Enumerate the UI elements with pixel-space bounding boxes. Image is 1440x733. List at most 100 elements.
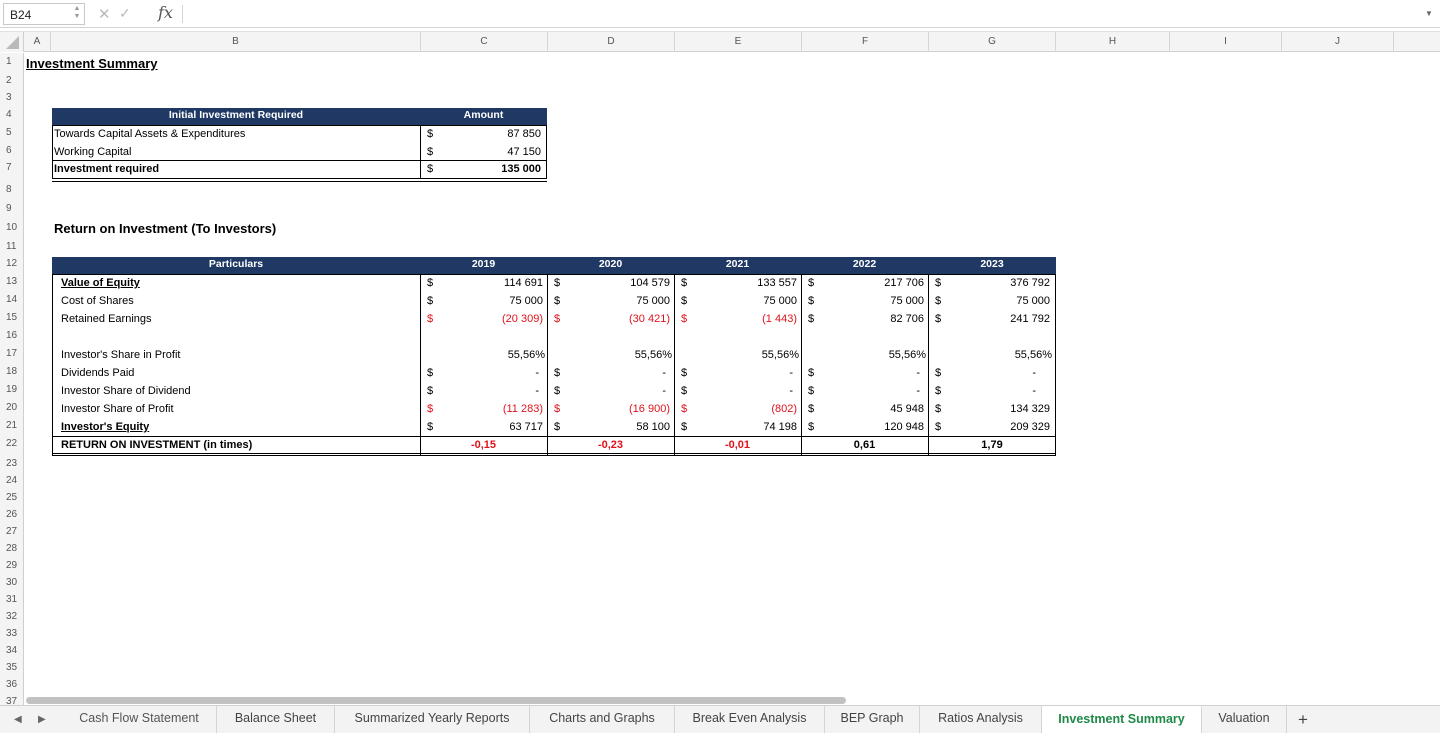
row-number[interactable]: 26 <box>0 509 24 520</box>
row-number[interactable]: 25 <box>0 492 24 503</box>
row-number[interactable]: 5 <box>0 127 24 138</box>
roi-label-investor-equity[interactable]: Investor's Equity <box>61 419 149 435</box>
row-number[interactable]: 4 <box>0 109 24 120</box>
roi-value[interactable]: - <box>580 365 666 381</box>
roi-value[interactable]: (16 900) <box>580 401 670 417</box>
roi-value[interactable]: 209 329 <box>961 419 1050 435</box>
row-number[interactable]: 29 <box>0 560 24 571</box>
horizontal-scrollbar[interactable] <box>26 697 846 704</box>
roi-value[interactable]: - <box>834 365 920 381</box>
column-header-a[interactable]: A <box>24 32 51 52</box>
row-number[interactable]: 32 <box>0 611 24 622</box>
roi-value[interactable]: 55,56% <box>961 347 1052 363</box>
roi-value[interactable]: 376 792 <box>961 275 1050 291</box>
column-header-j[interactable]: J <box>1282 32 1394 52</box>
sheet-grid[interactable]: Investment Summary Initial Investment Re… <box>25 53 1440 705</box>
row-number[interactable]: 24 <box>0 475 24 486</box>
column-header-g[interactable]: G <box>929 32 1056 52</box>
row-number[interactable]: 30 <box>0 577 24 588</box>
row-number[interactable]: 3 <box>0 92 24 103</box>
roi-value[interactable]: (30 421) <box>580 311 670 327</box>
roi-value[interactable]: 134 329 <box>961 401 1050 417</box>
formula-input[interactable] <box>190 3 1410 25</box>
roi-value[interactable]: 133 557 <box>707 275 797 291</box>
roi-value[interactable]: (11 283) <box>455 401 543 417</box>
roi-value[interactable]: 82 706 <box>834 311 924 327</box>
row-number[interactable]: 11 <box>0 241 24 252</box>
row-number[interactable]: 10 <box>0 222 24 233</box>
investment-label-required[interactable]: Investment required <box>54 161 159 177</box>
next-sheet-icon[interactable]: ▶ <box>38 714 46 725</box>
roi-value[interactable]: 63 717 <box>455 419 543 435</box>
roi-value[interactable]: 75 000 <box>580 293 670 309</box>
column-header-d[interactable]: D <box>548 32 675 52</box>
row-number[interactable]: 13 <box>0 276 24 287</box>
prev-sheet-icon[interactable]: ◀ <box>14 714 22 725</box>
investment-currency[interactable]: $ <box>427 126 433 142</box>
row-number[interactable]: 18 <box>0 366 24 377</box>
investment-amount[interactable]: 87 850 <box>455 126 541 142</box>
tab-break-even-analysis[interactable]: Break Even Analysis <box>675 706 825 733</box>
row-number[interactable]: 2 <box>0 75 24 86</box>
roi-value[interactable]: 55,56% <box>707 347 799 363</box>
investment-label-capital-assets[interactable]: Towards Capital Assets & Expenditures <box>54 126 245 142</box>
row-number[interactable]: 8 <box>0 184 24 195</box>
column-header-h[interactable]: H <box>1056 32 1170 52</box>
roi-value[interactable]: 120 948 <box>834 419 924 435</box>
add-sheet-button[interactable]: + <box>1298 710 1308 730</box>
roi-value[interactable]: - <box>455 365 539 381</box>
tab-summarized-yearly-reports[interactable]: Summarized Yearly Reports <box>335 706 530 733</box>
roi-label-cost-of-shares[interactable]: Cost of Shares <box>61 293 134 309</box>
cancel-icon[interactable]: ✕ <box>98 5 111 23</box>
column-header-c[interactable]: C <box>421 32 548 52</box>
tab-cash-flow-statement[interactable]: Cash Flow Statement <box>62 706 217 733</box>
function-icon[interactable]: fx <box>158 3 173 22</box>
roi-value[interactable]: - <box>961 383 1036 399</box>
roi-ratio[interactable]: -0,23 <box>547 437 674 453</box>
row-number[interactable]: 28 <box>0 543 24 554</box>
roi-value[interactable]: - <box>834 383 920 399</box>
confirm-icon[interactable]: ✓ <box>119 5 131 22</box>
row-number[interactable]: 14 <box>0 294 24 305</box>
tab-charts-and-graphs[interactable]: Charts and Graphs <box>530 706 675 733</box>
row-number[interactable]: 9 <box>0 203 24 214</box>
column-header-f[interactable]: F <box>802 32 929 52</box>
roi-value[interactable]: 75 000 <box>834 293 924 309</box>
roi-value[interactable]: 75 000 <box>707 293 797 309</box>
chevron-down-icon[interactable]: ▼ <box>1425 9 1433 18</box>
roi-value[interactable]: 45 948 <box>834 401 924 417</box>
tab-ratios-analysis[interactable]: Ratios Analysis <box>920 706 1042 733</box>
roi-value[interactable]: - <box>580 383 666 399</box>
row-number[interactable]: 27 <box>0 526 24 537</box>
roi-value[interactable]: 58 100 <box>580 419 670 435</box>
investment-amount[interactable]: 47 150 <box>455 144 541 160</box>
row-number[interactable]: 22 <box>0 438 24 449</box>
roi-label-investor-share-of-profit[interactable]: Investor Share of Profit <box>61 401 174 417</box>
roi-value[interactable]: - <box>961 365 1036 381</box>
roi-value[interactable]: 74 198 <box>707 419 797 435</box>
investment-currency[interactable]: $ <box>427 144 433 160</box>
roi-label-investor-share-of-dividend[interactable]: Investor Share of Dividend <box>61 383 191 399</box>
column-header-e[interactable]: E <box>675 32 802 52</box>
roi-ratio[interactable]: -0,15 <box>420 437 547 453</box>
row-number[interactable]: 17 <box>0 348 24 359</box>
row-number[interactable]: 21 <box>0 420 24 431</box>
roi-label-value-of-equity[interactable]: Value of Equity <box>61 275 140 291</box>
roi-value[interactable]: 55,56% <box>580 347 672 363</box>
row-number[interactable]: 35 <box>0 662 24 673</box>
row-number[interactable]: 12 <box>0 258 24 269</box>
row-number[interactable]: 31 <box>0 594 24 605</box>
row-number[interactable]: 23 <box>0 458 24 469</box>
roi-value[interactable]: 114 691 <box>455 275 543 291</box>
roi-value[interactable]: 217 706 <box>834 275 924 291</box>
roi-value[interactable]: (20 309) <box>455 311 543 327</box>
row-number[interactable]: 7 <box>0 162 24 173</box>
tab-valuation[interactable]: Valuation <box>1202 706 1287 733</box>
row-number[interactable]: 20 <box>0 402 24 413</box>
tab-investment-summary[interactable]: Investment Summary <box>1042 706 1202 733</box>
roi-value[interactable]: - <box>707 383 793 399</box>
roi-value[interactable]: 104 579 <box>580 275 670 291</box>
roi-value[interactable]: (1 443) <box>707 311 797 327</box>
row-number[interactable]: 15 <box>0 312 24 323</box>
row-number[interactable]: 16 <box>0 330 24 341</box>
